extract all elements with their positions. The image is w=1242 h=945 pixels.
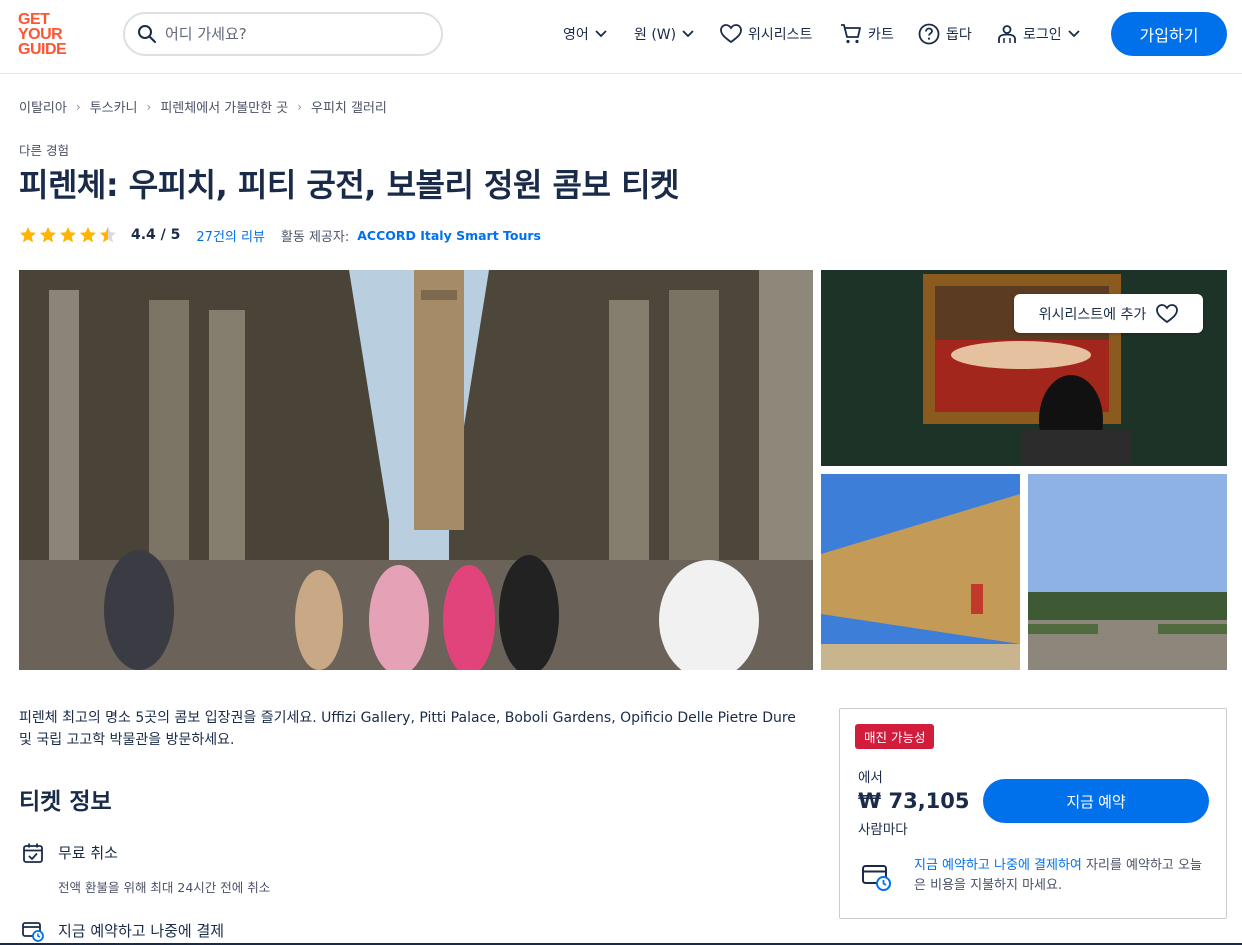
chevron-down-icon: [682, 30, 694, 38]
language-selector[interactable]: 영어: [563, 22, 607, 46]
currency-selector[interactable]: 원 (W): [634, 22, 694, 46]
star-full-icon: [59, 226, 77, 243]
breadcrumb: 이탈리아 › 투스카니 › 피렌체에서 가볼만한 곳 › 우피치 갤러리: [19, 97, 387, 117]
price-per-person-label: 사람마다: [858, 822, 908, 838]
feature-title: 무료 취소: [58, 844, 118, 862]
search-input[interactable]: [165, 22, 425, 46]
help-icon: [918, 23, 940, 45]
signup-button[interactable]: 가입하기: [1111, 12, 1227, 56]
login-menu[interactable]: 로그인: [997, 22, 1080, 46]
star-half-icon: [99, 226, 117, 243]
rating-value: 4.4 / 5: [131, 227, 181, 243]
breadcrumb-separator: ›: [146, 99, 152, 114]
reviews-link[interactable]: 27건의 리뷰: [196, 226, 265, 245]
feature-subtitle: 전액 환불을 위해 최대 24시간 전에 취소: [58, 880, 271, 895]
reserve-later-note: 지금 예약하고 나중에 결제하여 자리를 예약하고 오늘은 비용을 지불하지 마…: [862, 856, 1212, 896]
wishlist-label: 위시리스트: [748, 27, 813, 43]
price-from-label: 에서: [858, 770, 883, 786]
reserve-later-link[interactable]: 지금 예약하고 나중에 결제하여: [914, 858, 1082, 873]
price-value: ₩ 73,105: [858, 789, 970, 813]
chevron-down-icon: [595, 30, 607, 38]
currency-label: 원 (W): [634, 27, 677, 43]
likely-to-sell-out-badge: 매진 가능성: [855, 724, 935, 749]
search-icon: [138, 25, 156, 43]
palace-photo-illustration: [821, 474, 1020, 670]
user-icon: [998, 25, 1016, 43]
card-clock-icon: [22, 922, 44, 942]
language-label: 영어: [563, 27, 589, 43]
breadcrumb-item-italy[interactable]: 이탈리아: [19, 97, 67, 116]
wishlist-link[interactable]: 위시리스트: [720, 22, 812, 46]
booking-card: 매진 가능성 에서 ₩ 73,105 사람마다 지금 예약 지금 예약하고 나중…: [839, 708, 1227, 919]
logo-line-2: YOUR: [18, 26, 63, 43]
breadcrumb-item-florence[interactable]: 피렌체에서 가볼만한 곳: [160, 97, 288, 116]
heart-icon: [720, 24, 742, 44]
breadcrumb-item-uffizi[interactable]: 우피치 갤러리: [311, 97, 387, 116]
cart-label: 카트: [868, 27, 894, 43]
getyourguide-logo[interactable]: GET YOUR GUIDE: [18, 12, 76, 60]
rating-row: 4.4 / 5 27건의 리뷰 활동 제공자: ACCORD Italy Sma…: [19, 225, 541, 245]
star-full-icon: [39, 226, 57, 243]
main-photo-illustration: [19, 270, 813, 670]
feature-reserve-now-pay-later: 지금 예약하고 나중에 결제: [22, 920, 224, 942]
top-header: GET YOUR GUIDE 영어 원 (W) 위시리스트 카트 돕다 로그인 …: [0, 0, 1242, 74]
main-photo-uffizi[interactable]: [19, 270, 813, 670]
activity-description: 피렌체 최고의 명소 5곳의 콤보 입장권을 즐기세요. Uffizi Gall…: [19, 710, 796, 748]
book-now-button[interactable]: 지금 예약: [983, 779, 1209, 823]
provider-label: 활동 제공자:: [280, 229, 350, 245]
garden-photo-illustration: [1028, 474, 1227, 670]
provider-link[interactable]: ACCORD Italy Smart Tours: [357, 228, 541, 243]
add-to-wishlist-label: 위시리스트에 추가: [1038, 306, 1147, 323]
rating-stars: [19, 226, 117, 244]
chevron-down-icon: [1068, 30, 1080, 38]
login-label: 로그인: [1023, 27, 1062, 43]
cart-link[interactable]: 카트: [840, 22, 894, 46]
calendar-check-icon: [23, 843, 43, 863]
heart-icon: [1156, 303, 1179, 323]
photo-boboli-gardens[interactable]: [1028, 474, 1227, 670]
breadcrumb-separator: ›: [75, 99, 81, 114]
logo-line-1: GET: [18, 11, 50, 28]
feature-free-cancellation: 무료 취소 전액 환불을 위해 최대 24시간 전에 취소: [22, 842, 270, 896]
photo-pitti-palace[interactable]: [821, 474, 1020, 670]
help-link[interactable]: 돕다: [918, 22, 972, 46]
cart-icon: [841, 24, 861, 44]
card-clock-icon: [862, 865, 891, 891]
star-full-icon: [19, 226, 37, 243]
page-title: 피렌체: 우피치, 피티 궁전, 보볼리 정원 콤보 티켓: [19, 166, 679, 204]
ticket-info-heading: 티켓 정보: [19, 789, 112, 815]
reserve-later-text: 지금 예약하고 나중에 결제하여 자리를 예약하고 오늘은 비용을 지불하지 마…: [914, 856, 1212, 896]
search-box[interactable]: [123, 12, 443, 56]
add-to-wishlist-button[interactable]: 위시리스트에 추가: [1014, 294, 1203, 333]
help-label: 돕다: [946, 27, 972, 43]
star-full-icon: [79, 226, 97, 243]
activity-category: 다른 경험: [19, 143, 69, 158]
breadcrumb-item-tuscany[interactable]: 투스카니: [90, 97, 138, 116]
breadcrumb-separator: ›: [297, 99, 302, 114]
logo-line-3: GUIDE: [18, 41, 67, 58]
feature-title: 지금 예약하고 나중에 결제: [58, 922, 225, 940]
